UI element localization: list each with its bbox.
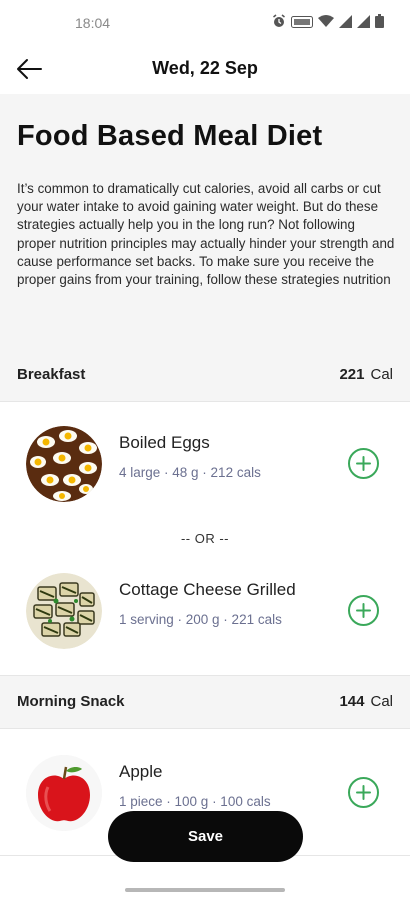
status-icons bbox=[272, 14, 384, 33]
signal-icon bbox=[357, 14, 370, 33]
section-calories-value: 221 bbox=[339, 366, 365, 383]
diet-description: It’s common to dramatically cut calories… bbox=[17, 181, 395, 288]
food-image-boiled-eggs bbox=[26, 426, 102, 502]
divider bbox=[0, 728, 410, 729]
signal-icon bbox=[339, 14, 352, 33]
section-calories-value: 144 bbox=[339, 693, 365, 710]
status-bar: 18:04 bbox=[0, 0, 410, 46]
plus-icon bbox=[356, 603, 371, 618]
wifi-icon bbox=[318, 14, 334, 33]
diet-intro: Food Based Meal Diet It’s common to dram… bbox=[0, 94, 410, 349]
section-name: Breakfast bbox=[17, 366, 86, 383]
section-name: Morning Snack bbox=[17, 693, 125, 710]
food-item-boiled-eggs: Boiled Eggs 4 large · 48 g · 212 cals bbox=[0, 409, 410, 519]
food-image-cottage-cheese-grilled bbox=[26, 573, 102, 649]
app-bar-date: Wed, 22 Sep bbox=[152, 58, 258, 78]
battery-icon bbox=[375, 14, 384, 33]
alarm-icon bbox=[272, 14, 286, 33]
app-bar: Wed, 22 Sep bbox=[0, 46, 410, 94]
plus-icon bbox=[356, 456, 371, 471]
food-name: Boiled Eggs bbox=[119, 433, 210, 452]
food-name: Cottage Cheese Grilled bbox=[119, 580, 296, 599]
section-header-breakfast: Breakfast 221 Cal bbox=[0, 349, 410, 401]
add-apple-button[interactable] bbox=[348, 777, 379, 808]
home-indicator[interactable] bbox=[125, 888, 285, 892]
or-separator: -- OR -- bbox=[180, 531, 230, 546]
section-calories: 221 Cal bbox=[339, 366, 393, 383]
section-calories-unit: Cal bbox=[370, 366, 393, 383]
divider bbox=[0, 401, 410, 402]
section-calories: 144 Cal bbox=[339, 693, 393, 710]
food-item-cottage-cheese-grilled: Cottage Cheese Grilled 1 serving · 200 g… bbox=[0, 556, 410, 666]
food-name: Apple bbox=[119, 762, 163, 781]
food-meta: 1 serving · 200 g · 221 cals bbox=[119, 612, 282, 627]
food-meta: 1 piece · 100 g · 100 cals bbox=[119, 794, 271, 809]
food-meta: 4 large · 48 g · 212 cals bbox=[119, 465, 261, 480]
section-calories-unit: Cal bbox=[370, 693, 393, 710]
status-time: 18:04 bbox=[75, 15, 111, 31]
add-boiled-eggs-button[interactable] bbox=[348, 448, 379, 479]
add-cottage-cheese-grilled-button[interactable] bbox=[348, 595, 379, 626]
food-image-apple bbox=[26, 755, 102, 831]
page-title: Food Based Meal Diet bbox=[17, 120, 323, 152]
plus-icon bbox=[356, 785, 371, 800]
volte-icon bbox=[291, 15, 313, 33]
save-button[interactable]: Save bbox=[108, 811, 303, 862]
section-header-morning-snack: Morning Snack 144 Cal bbox=[0, 676, 410, 728]
